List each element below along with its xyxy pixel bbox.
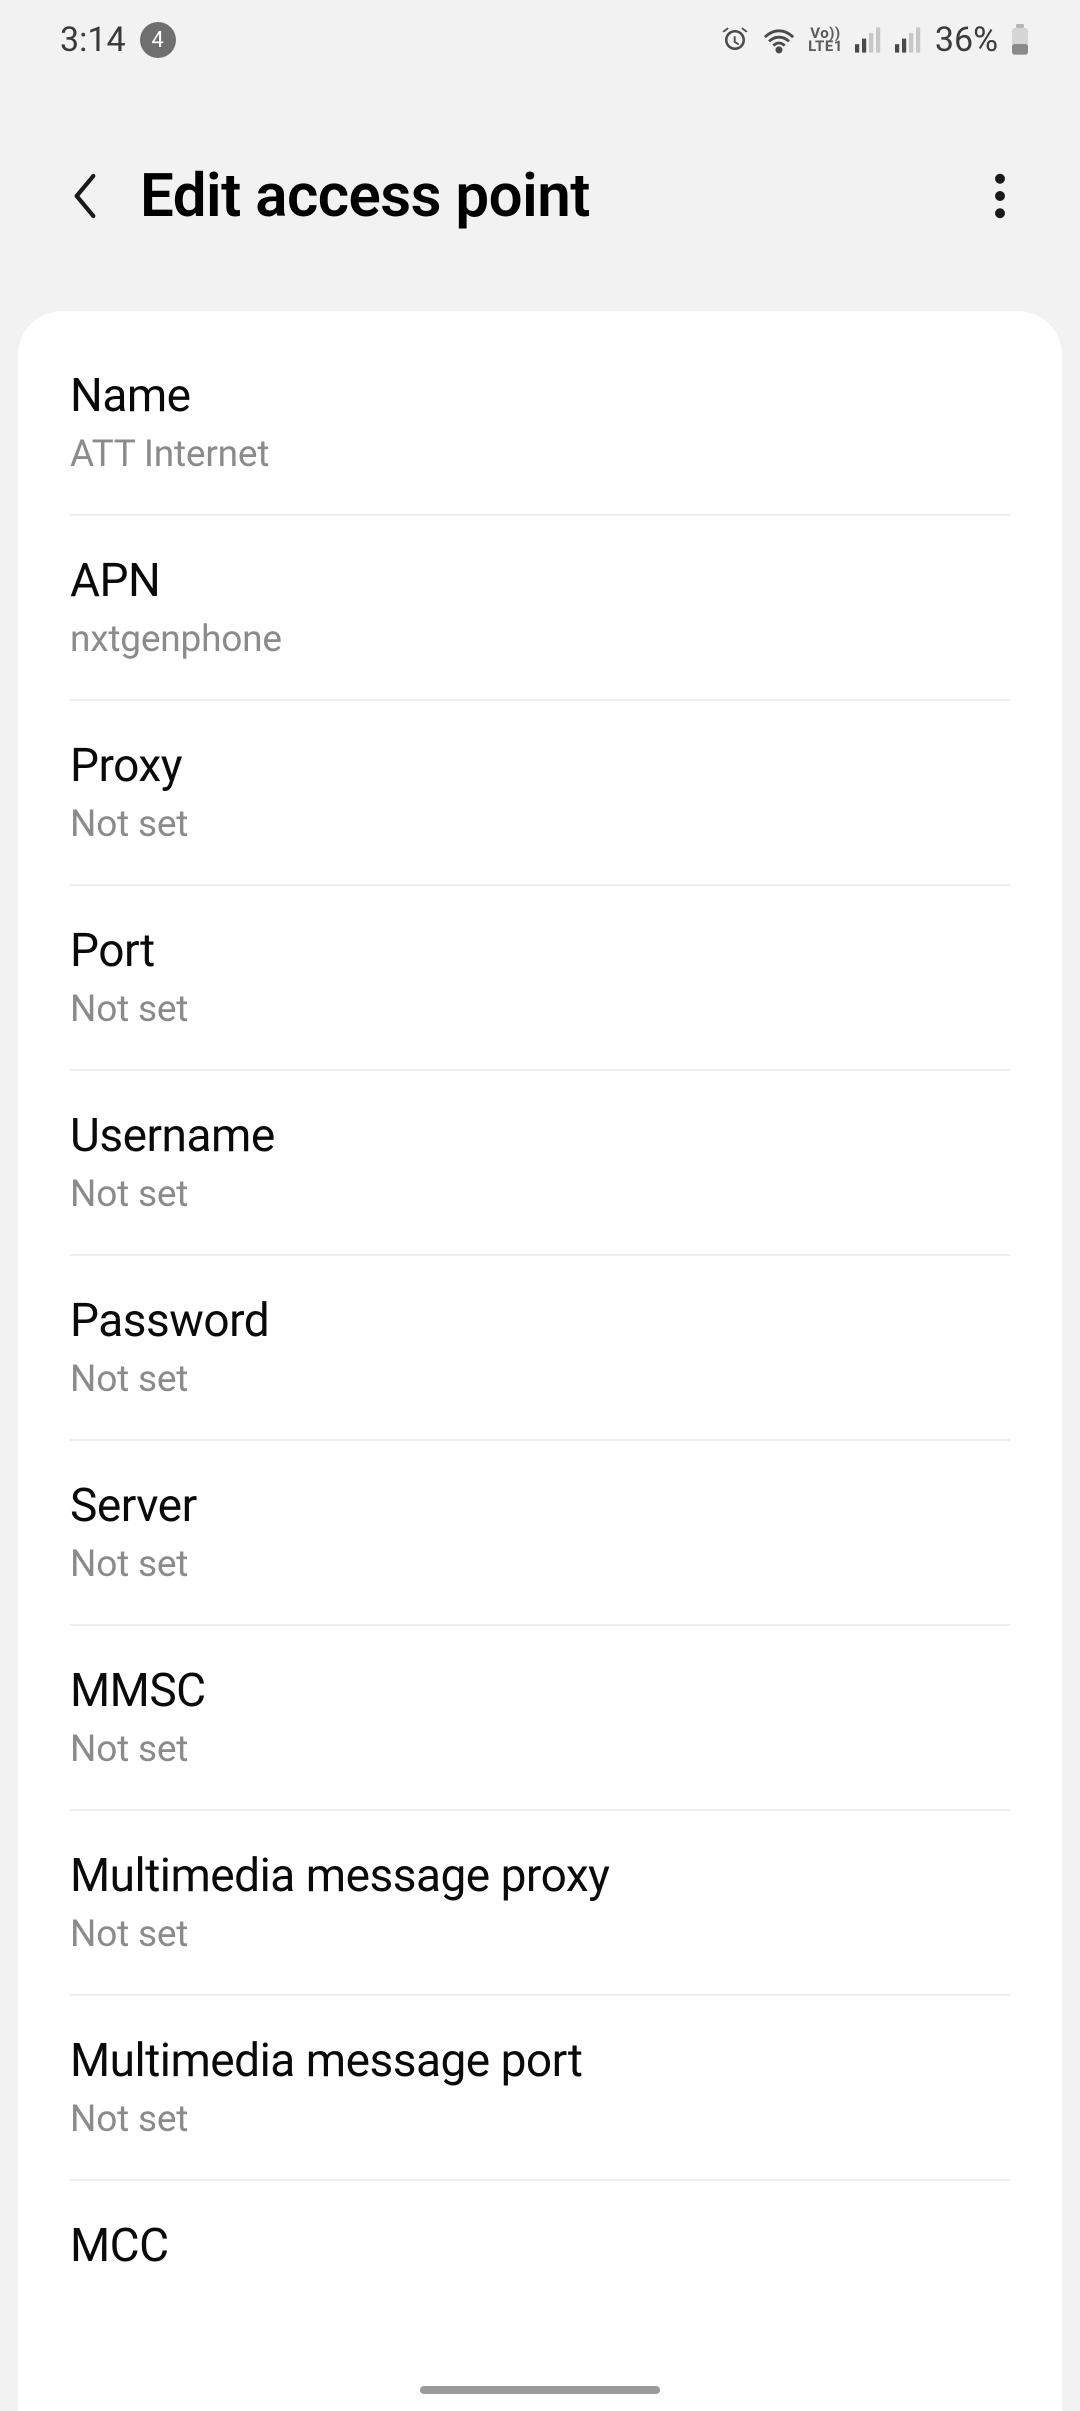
apn-item-server[interactable]: Server Not set bbox=[18, 1441, 1062, 1624]
item-value: Not set bbox=[70, 1728, 1010, 1771]
item-label: Server bbox=[70, 1479, 1010, 1533]
settings-card: Name ATT Internet APN nxtgenphone Proxy … bbox=[18, 311, 1062, 2411]
item-label: Name bbox=[70, 369, 1010, 423]
status-left: 3:14 4 bbox=[60, 20, 176, 60]
chevron-left-icon bbox=[65, 169, 105, 223]
item-label: Username bbox=[70, 1109, 1010, 1163]
apn-item-username[interactable]: Username Not set bbox=[18, 1071, 1062, 1254]
item-value: Not set bbox=[70, 1173, 1010, 1216]
item-label: Password bbox=[70, 1294, 1010, 1348]
wifi-icon bbox=[762, 25, 796, 55]
item-label: MCC bbox=[70, 2219, 1010, 2273]
battery-icon bbox=[1010, 24, 1030, 56]
apn-item-apn[interactable]: APN nxtgenphone bbox=[18, 516, 1062, 699]
more-options-button[interactable] bbox=[970, 166, 1030, 226]
item-label: Multimedia message proxy bbox=[70, 1849, 1010, 1903]
signal-1-icon bbox=[855, 27, 883, 53]
apn-item-name[interactable]: Name ATT Internet bbox=[18, 331, 1062, 514]
item-label: MMSC bbox=[70, 1664, 1010, 1718]
status-bar: 3:14 4 Vo)) LTE1 36% bbox=[0, 0, 1080, 80]
item-label: Proxy bbox=[70, 739, 1010, 793]
status-time: 3:14 bbox=[60, 20, 126, 60]
apn-item-proxy[interactable]: Proxy Not set bbox=[18, 701, 1062, 884]
signal-2-icon bbox=[895, 27, 923, 53]
item-value: Not set bbox=[70, 1358, 1010, 1401]
apn-item-mmsc[interactable]: MMSC Not set bbox=[18, 1626, 1062, 1809]
status-right: Vo)) LTE1 36% bbox=[720, 20, 1030, 60]
header: Edit access point bbox=[0, 80, 1080, 311]
back-button[interactable] bbox=[50, 161, 120, 231]
item-label: Port bbox=[70, 924, 1010, 978]
alarm-icon bbox=[720, 25, 750, 55]
item-label: APN bbox=[70, 554, 1010, 608]
apn-item-mms-port[interactable]: Multimedia message port Not set bbox=[18, 1996, 1062, 2179]
volte-icon: Vo)) LTE1 bbox=[808, 27, 843, 54]
item-value: Not set bbox=[70, 1913, 1010, 1956]
item-value: Not set bbox=[70, 1543, 1010, 1586]
more-vertical-icon bbox=[994, 173, 1006, 219]
page-title: Edit access point bbox=[140, 160, 970, 231]
apn-item-port[interactable]: Port Not set bbox=[18, 886, 1062, 1069]
item-value: nxtgenphone bbox=[70, 618, 1010, 661]
battery-percent: 36% bbox=[935, 20, 998, 60]
item-label: Multimedia message port bbox=[70, 2034, 1010, 2088]
item-value: Not set bbox=[70, 803, 1010, 846]
item-value: ATT Internet bbox=[70, 433, 1010, 476]
apn-item-password[interactable]: Password Not set bbox=[18, 1256, 1062, 1439]
notification-count-badge: 4 bbox=[140, 22, 176, 58]
item-value: Not set bbox=[70, 2098, 1010, 2141]
apn-item-mms-proxy[interactable]: Multimedia message proxy Not set bbox=[18, 1811, 1062, 1994]
apn-item-mcc[interactable]: MCC bbox=[18, 2181, 1062, 2311]
item-value: Not set bbox=[70, 988, 1010, 1031]
navigation-handle[interactable] bbox=[420, 2386, 660, 2394]
